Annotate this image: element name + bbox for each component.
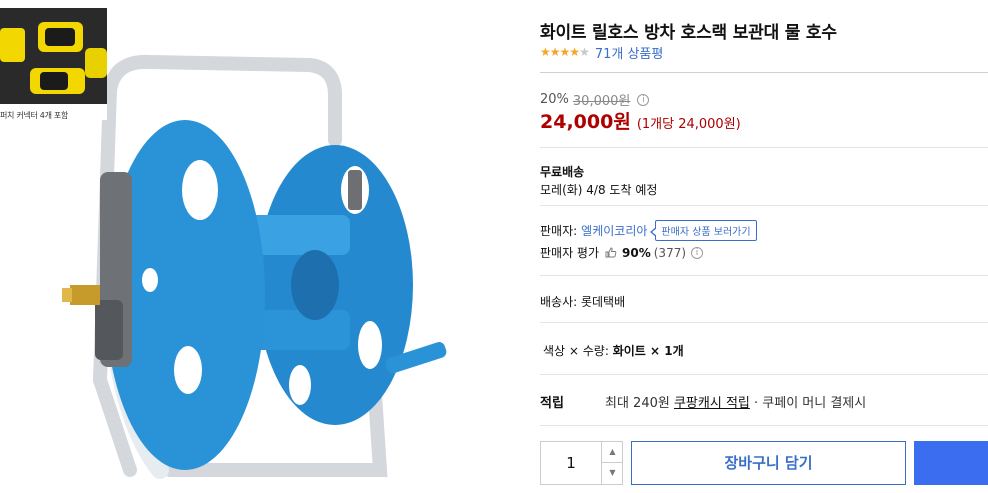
star-rating: ★★★★★ [540,45,590,59]
product-title: 화이트 릴호스 방차 호스랙 보관대 물 호수 [540,23,837,43]
seller-name-link[interactable]: 엘케이코리아 [581,222,647,239]
seller-row: 판매자: 엘케이코리아 판매자 상품 보러가기 [540,220,757,241]
divider [540,275,988,276]
divider [540,374,988,375]
divider [540,322,988,323]
seller-rating-score: 90% [622,245,651,260]
option-summary: 색상 × 수량: 화이트 × 1개 [543,342,684,359]
reward-row: 적립 최대 240원 쿠팡캐시 적립 · 쿠페이 머니 결제시 [540,392,866,411]
quantity-stepper: 1 ▲ ▼ [540,441,623,485]
courier-info: 배송사: 롯데택배 [540,295,626,309]
star-icon: ★ [549,45,561,59]
reward-prefix: 최대 240원 [605,396,674,411]
shipping-label: 무료배송 [540,165,585,179]
buy-now-button[interactable] [914,441,988,485]
star-icon: ★ [540,45,551,59]
divider [540,147,988,148]
seller-rating-label: 판매자 평가 [540,246,600,260]
seller-products-tooltip[interactable]: 판매자 상품 보러가기 [650,220,757,241]
discount-rate: 20% [540,92,569,107]
quantity-input[interactable]: 1 [541,442,601,484]
info-icon[interactable]: i [637,93,650,106]
star-icon: ★ [579,45,590,59]
divider [540,72,988,73]
add-to-cart-button[interactable]: 장바구니 담기 [631,441,906,485]
unit-price: (1개당 24,000원) [636,117,741,132]
divider [540,425,988,426]
reward-text: 최대 240원 쿠팡캐시 적립 · 쿠페이 머니 결제시 [605,392,866,411]
inset-caption: 퍼치 커넥터 4개 포함 [0,111,68,120]
connector-photo [0,8,107,104]
chevron-up-icon[interactable]: ▲ [601,442,623,463]
seller-rating-count: (377) [653,245,687,260]
reward-suffix: · 쿠페이 머니 결제시 [749,396,867,411]
divider [540,205,988,206]
product-image-area: 퍼치 커넥터 4개 포함 [0,0,500,493]
thumbs-up-icon [605,247,617,258]
arrival-date: 모레(화) 4/8 도착 예정 [540,183,658,197]
sale-price: 24,000원 [540,111,631,133]
info-icon[interactable]: i [691,246,704,259]
option-value: 화이트 × 1개 [612,344,684,358]
coupang-cash-link[interactable]: 쿠팡캐시 적립 [674,396,750,411]
seller-label: 판매자: [540,224,578,238]
chevron-down-icon[interactable]: ▼ [601,463,623,484]
product-info-panel: 화이트 릴호스 방차 호스랙 보관대 물 호수 ★★★★★ 71개 상품평 20… [540,0,988,493]
review-count-link[interactable]: 71개 상품평 [595,43,664,62]
reward-label: 적립 [540,396,564,411]
star-icon: ★ [569,45,580,59]
seller-rating-row: 판매자 평가 90% (377) i [540,244,704,261]
option-label: 색상 × 수량: [543,344,613,358]
connector-inset: 퍼치 커넥터 4개 포함 [0,8,107,120]
price-row: 24,000원 (1개당 24,000원) [540,107,741,134]
star-icon: ★ [559,45,571,59]
rating-row: ★★★★★ 71개 상품평 [540,43,664,62]
